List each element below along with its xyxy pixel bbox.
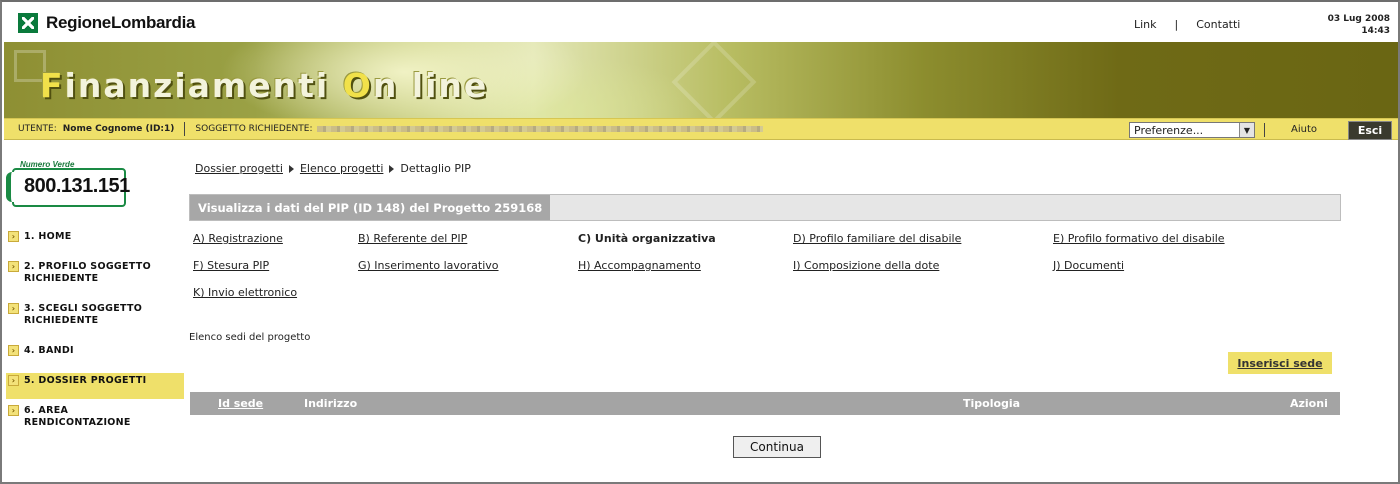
- sidebar-item-profilo-soggetto[interactable]: › 2. PROFILO SOGGETTO RICHIEDENTE: [6, 261, 184, 287]
- section-link-registrazione[interactable]: A) Registrazione: [193, 232, 283, 245]
- sidebar-item-area-rendicontazione[interactable]: › 6. AREA RENDICONTAZIONE: [6, 405, 184, 431]
- breadcrumb-arrow-icon: [288, 164, 294, 173]
- aiuto-link[interactable]: Aiuto: [1291, 124, 1317, 135]
- banner-decoration: [671, 39, 757, 125]
- utente-value: Nome Cognome (ID:1): [62, 124, 175, 134]
- panel-header: Visualizza i dati del PIP (ID 148) del P…: [189, 194, 1341, 221]
- chevron-right-icon: ›: [8, 231, 19, 242]
- utente-label: UTENTE:: [18, 124, 57, 134]
- phone-handset-icon: [6, 172, 16, 202]
- section-link-accompagnamento[interactable]: H) Accompagnamento: [578, 259, 701, 272]
- sidebar-item-bandi[interactable]: › 4. BANDI: [6, 345, 184, 359]
- sidebar-item-label: 6. AREA RENDICONTAZIONE: [24, 405, 131, 428]
- chevron-right-icon: ›: [8, 375, 19, 386]
- user-bar: UTENTE: Nome Cognome (ID:1) SOGGETTO RIC…: [4, 118, 1398, 140]
- date-time: 03 Lug 2008 14:43: [1328, 13, 1390, 37]
- sidebar-item-label: 4. BANDI: [24, 345, 74, 356]
- section-link-referente[interactable]: B) Referente del PIP: [358, 232, 467, 245]
- browser-frame: RegioneLombardia Link | Contatti 03 Lug …: [0, 0, 1400, 484]
- soggetto-value-redacted: [316, 126, 763, 132]
- top-links: Link | Contatti: [1134, 18, 1240, 31]
- sedi-section-label: Elenco sedi del progetto: [189, 332, 311, 343]
- breadcrumb: Dossier progetti Elenco progetti Dettagl…: [195, 162, 471, 175]
- section-link-inserimento-lavorativo[interactable]: G) Inserimento lavorativo: [358, 259, 499, 272]
- section-link-profilo-familiare[interactable]: D) Profilo familiare del disabile: [793, 232, 961, 245]
- separator: [1264, 123, 1265, 137]
- rosa-camuna-icon: [18, 13, 38, 33]
- breadcrumb-dossier-progetti[interactable]: Dossier progetti: [195, 162, 283, 175]
- section-link-documenti[interactable]: J) Documenti: [1053, 259, 1124, 272]
- panel-title: Visualizza i dati del PIP (ID 148) del P…: [190, 195, 551, 220]
- section-link-composizione-dote[interactable]: I) Composizione della dote: [793, 259, 939, 272]
- logo-text: RegioneLombardia: [46, 13, 196, 32]
- soggetto-label: SOGGETTO RICHIEDENTE:: [195, 124, 313, 134]
- numero-verde-number: 800.131.151: [24, 175, 130, 197]
- column-header-azioni: Azioni: [1290, 397, 1328, 410]
- top-links-separator: |: [1174, 18, 1179, 31]
- top-header: RegioneLombardia Link | Contatti 03 Lug …: [4, 6, 1398, 42]
- column-header-indirizzo: Indirizzo: [304, 397, 358, 410]
- inserisci-sede-button[interactable]: Inserisci sede: [1228, 352, 1332, 374]
- sidebar-item-label: 1. HOME: [24, 231, 72, 242]
- regione-logo[interactable]: RegioneLombardia: [18, 13, 195, 33]
- chevron-down-icon[interactable]: ▼: [1239, 123, 1254, 137]
- column-header-tipologia: Tipologia: [963, 397, 1021, 410]
- sidebar-item-scegli-soggetto[interactable]: › 3. SCEGLI SOGGETTO RICHIEDENTE: [6, 303, 184, 329]
- section-link-invio-elettronico[interactable]: K) Invio elettronico: [193, 286, 297, 299]
- continua-button[interactable]: Continua: [733, 436, 821, 458]
- chevron-right-icon: ›: [8, 303, 19, 314]
- numero-verde: Numero Verde 800.131.151: [6, 160, 130, 208]
- sidebar-item-dossier-progetti[interactable]: › 5. DOSSIER PROGETTI: [6, 373, 184, 399]
- date-text: 03 Lug 2008: [1327, 14, 1390, 24]
- column-header-id-sede[interactable]: Id sede: [218, 397, 263, 410]
- sidebar-item-label: 5. DOSSIER PROGETTI: [24, 375, 147, 386]
- banner: Finanziamenti On line: [4, 39, 1398, 125]
- section-link-profilo-formativo[interactable]: E) Profilo formativo del disabile: [1053, 232, 1225, 245]
- preferences-value: Preferenze...: [1134, 123, 1204, 137]
- preferences-select[interactable]: Preferenze... ▼: [1129, 122, 1255, 138]
- chevron-right-icon: ›: [8, 261, 19, 272]
- sedi-table-header: Id sede Indirizzo Tipologia Azioni: [190, 392, 1340, 415]
- section-link-stesura-pip[interactable]: F) Stesura PIP: [193, 259, 269, 272]
- breadcrumb-current: Dettaglio PIP: [400, 162, 471, 175]
- section-link-unita-organizzativa[interactable]: C) Unità organizzativa: [578, 232, 716, 245]
- chevron-right-icon: ›: [8, 345, 19, 356]
- sidebar-item-home[interactable]: › 1. HOME: [6, 231, 184, 245]
- time-text: 14:43: [1361, 26, 1390, 36]
- chevron-right-icon: ›: [8, 405, 19, 416]
- link-link[interactable]: Link: [1134, 18, 1157, 31]
- breadcrumb-arrow-icon: [389, 164, 395, 173]
- breadcrumb-elenco-progetti[interactable]: Elenco progetti: [300, 162, 383, 175]
- sidebar-item-label: 3. SCEGLI SOGGETTO RICHIEDENTE: [24, 303, 143, 326]
- banner-title: Finanziamenti On line: [40, 66, 489, 105]
- sidebar-item-label: 2. PROFILO SOGGETTO RICHIEDENTE: [24, 261, 151, 284]
- contatti-link[interactable]: Contatti: [1196, 18, 1240, 31]
- separator: [184, 122, 186, 136]
- esci-button[interactable]: Esci: [1348, 121, 1392, 140]
